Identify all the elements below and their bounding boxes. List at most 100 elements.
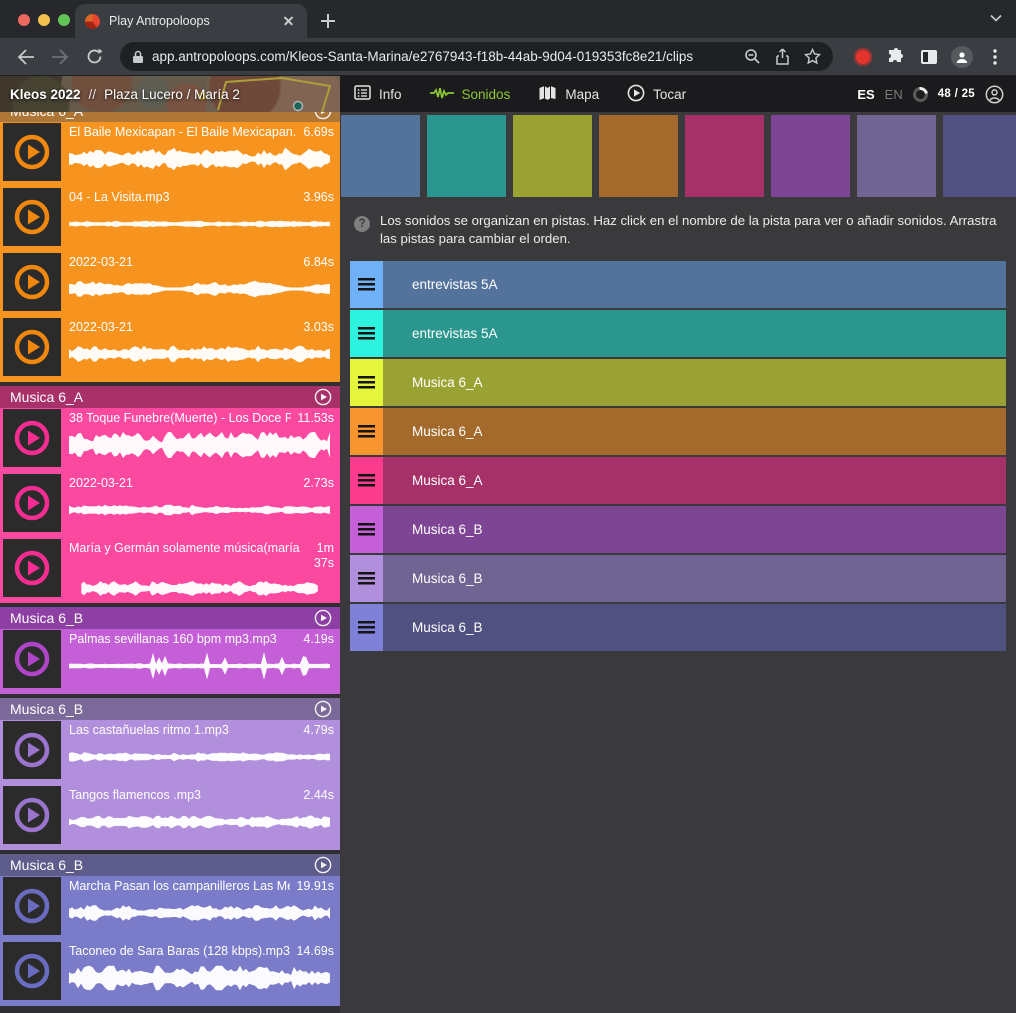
clip-play-button[interactable] [3, 786, 61, 844]
track-swatch-6[interactable] [771, 115, 850, 197]
clip-play-button[interactable] [3, 877, 61, 935]
clip-play-button[interactable] [3, 318, 61, 376]
track-bar[interactable]: Musica 6_A [383, 408, 1006, 455]
section-play-icon[interactable] [314, 388, 332, 406]
side-panel-icon[interactable] [918, 46, 940, 68]
tab-search-chevron-icon[interactable] [990, 14, 1002, 22]
hint-row: ? Los sonidos se organizan en pistas. Ha… [354, 212, 1002, 248]
track-drag-handle[interactable] [350, 359, 383, 406]
section-play-icon[interactable] [314, 112, 332, 120]
clip-row[interactable]: 2022-03-21 6.84s [0, 252, 340, 317]
track-row[interactable]: Musica 6_A [350, 457, 1006, 504]
track-drag-handle[interactable] [350, 457, 383, 504]
bookmark-star-icon[interactable] [801, 46, 823, 68]
clip-play-button[interactable] [3, 942, 61, 1000]
extensions-puzzle-icon[interactable] [885, 46, 907, 68]
clip-row[interactable]: 38 Toque Funebre(Muerte) - Los Doce Par.… [0, 408, 340, 473]
section-header[interactable]: Musica 6_B [0, 698, 340, 720]
track-bar[interactable]: Musica 6_A [383, 359, 1006, 406]
load-counter: 48 / 25 [938, 88, 975, 100]
nav-item-mapa[interactable]: Mapa [538, 85, 599, 104]
track-drag-handle[interactable] [350, 261, 383, 308]
forward-button[interactable] [48, 45, 72, 69]
zoom-out-icon[interactable] [741, 46, 763, 68]
track-swatch-1[interactable] [341, 115, 420, 197]
back-button[interactable] [14, 45, 38, 69]
screen-recording-indicator-icon[interactable] [852, 46, 874, 68]
track-swatch-2[interactable] [427, 115, 506, 197]
clip-row[interactable]: 04 - La Visita.mp3 3.96s [0, 187, 340, 252]
clip-play-button[interactable] [3, 253, 61, 311]
clip-duration: 1m 37s [308, 541, 334, 571]
clip-waveform [69, 897, 332, 929]
clip-play-button[interactable] [3, 188, 61, 246]
section-header[interactable]: Musica 6_B [0, 854, 340, 876]
track-drag-handle[interactable] [350, 506, 383, 553]
track-row[interactable]: Musica 6_A [350, 408, 1006, 455]
track-row[interactable]: Musica 6_A [350, 359, 1006, 406]
clip-play-button[interactable] [3, 630, 61, 688]
track-row[interactable]: Musica 6_B [350, 555, 1006, 602]
drag-handle-icon [358, 425, 375, 439]
tab-close-icon[interactable] [281, 13, 297, 29]
clip-row[interactable]: Palmas sevillanas 160 bpm mp3.mp3 4.19s [0, 629, 340, 694]
clip-row[interactable]: Las castañuelas ritmo 1.mp3 4.79s [0, 720, 340, 785]
track-swatch-3[interactable] [513, 115, 592, 197]
section-header[interactable]: Musica 6_A [0, 386, 340, 408]
track-swatch-7[interactable] [857, 115, 936, 197]
app-header: Kleos 2022 // Plaza Lucero / María 2 Inf… [0, 76, 1016, 112]
profile-avatar-icon[interactable] [951, 46, 973, 68]
nav-item-info[interactable]: Info [354, 85, 402, 103]
clip-row[interactable]: 2022-03-21 2.73s [0, 473, 340, 538]
clip-play-button[interactable] [3, 539, 61, 597]
clip-play-button[interactable] [3, 123, 61, 181]
section-header[interactable]: Musica 6_B [0, 607, 340, 629]
section-play-icon[interactable] [314, 609, 332, 627]
clip-row[interactable]: 2022-03-21 3.03s [0, 317, 340, 382]
track-bar[interactable]: entrevistas 5A [383, 261, 1006, 308]
clip-play-button[interactable] [3, 474, 61, 532]
track-swatch-4[interactable] [599, 115, 678, 197]
account-icon[interactable] [985, 85, 1004, 104]
share-icon[interactable] [771, 46, 793, 68]
track-row[interactable]: entrevistas 5A [350, 261, 1006, 308]
track-row[interactable]: entrevistas 5A [350, 310, 1006, 357]
track-row[interactable]: Musica 6_B [350, 506, 1006, 553]
clip-play-button[interactable] [3, 409, 61, 467]
track-bar[interactable]: Musica 6_B [383, 506, 1006, 553]
clip-waveform [69, 273, 332, 305]
track-row[interactable]: Musica 6_B [350, 604, 1006, 651]
window-close-button[interactable] [18, 14, 30, 26]
track-drag-handle[interactable] [350, 408, 383, 455]
menu-kebab-icon[interactable] [984, 46, 1006, 68]
clip-row[interactable]: María y Germán solamente música(maría 2.… [0, 538, 340, 603]
language-es-button[interactable]: ES [857, 87, 874, 102]
address-bar[interactable]: app.antropoloops.com/Kleos-Santa-Marina/… [120, 42, 833, 71]
clip-row[interactable]: Taconeo de Sara Baras (128 kbps).mp3 14.… [0, 941, 340, 1006]
track-drag-handle[interactable] [350, 604, 383, 651]
section-play-icon[interactable] [314, 856, 332, 874]
reload-button[interactable] [82, 45, 106, 69]
clip-row[interactable]: Marcha Pasan los campanilleros Las Mejor… [0, 876, 340, 941]
track-swatch-8[interactable] [943, 115, 1016, 197]
track-swatch-5[interactable] [685, 115, 764, 197]
track-drag-handle[interactable] [350, 555, 383, 602]
track-bar[interactable]: Musica 6_B [383, 555, 1006, 602]
clip-row[interactable]: El Baile Mexicapan - El Baile Mexicapan.… [0, 122, 340, 187]
clip-play-button[interactable] [3, 721, 61, 779]
nav-item-sonidos[interactable]: Sonidos [430, 85, 511, 104]
new-tab-button[interactable] [315, 8, 341, 34]
track-drag-handle[interactable] [350, 310, 383, 357]
nav-item-tocar[interactable]: Tocar [627, 84, 686, 105]
track-bar[interactable]: entrevistas 5A [383, 310, 1006, 357]
track-bar[interactable]: Musica 6_B [383, 604, 1006, 651]
window-minimize-button[interactable] [38, 14, 50, 26]
language-en-button[interactable]: EN [885, 87, 903, 102]
clip-row[interactable]: Tangos flamencos .mp3 2.44s [0, 785, 340, 850]
section-header[interactable]: Musica 6_A [0, 112, 340, 122]
track-bar[interactable]: Musica 6_A [383, 457, 1006, 504]
section-play-icon[interactable] [314, 700, 332, 718]
browser-tab[interactable]: Play Antropoloops [75, 4, 307, 38]
tracks-panel: ? Los sonidos se organizan en pistas. Ha… [340, 112, 1016, 1013]
window-zoom-button[interactable] [58, 14, 70, 26]
